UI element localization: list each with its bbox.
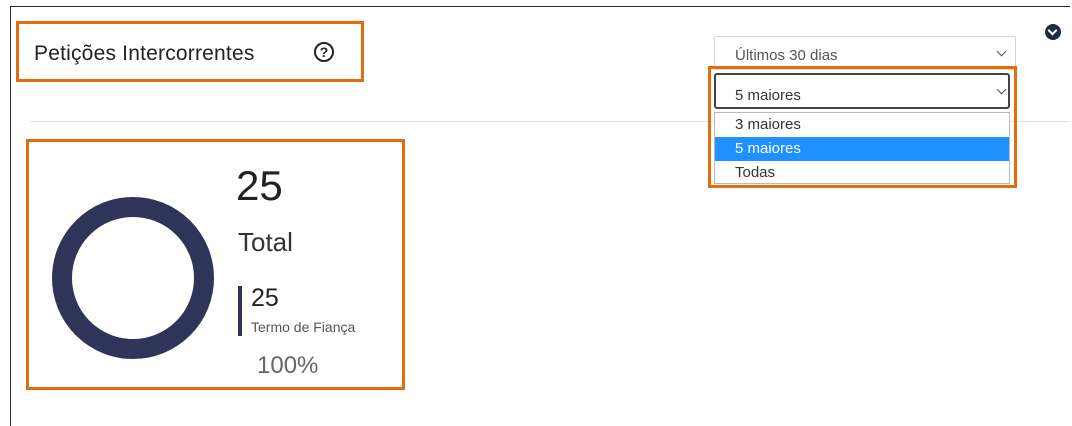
legend-label: Termo de Fiança [251, 319, 356, 335]
legend-value: 25 [251, 284, 279, 312]
total-label: Total [238, 227, 293, 257]
chevron-down-circle-icon[interactable] [1045, 24, 1061, 40]
widget-title: Petições Intercorrentes [34, 42, 255, 65]
total-value: 25 [236, 162, 283, 209]
donut-chart [52, 197, 214, 359]
legend-percent: 100% [257, 352, 319, 379]
help-icon[interactable]: ? [314, 42, 334, 62]
period-select-value: Últimos 30 dias [735, 47, 838, 64]
option-todas[interactable]: Todas [715, 161, 1009, 185]
option-5-maiores[interactable]: 5 maiores [715, 137, 1009, 161]
count-select[interactable]: 5 maiores [714, 73, 1010, 109]
count-option-list: 3 maiores 5 maiores Todas [714, 112, 1010, 184]
chevron-down-icon [996, 84, 1007, 95]
donut-slice-termo-de-fianca [52, 197, 214, 359]
chevron-down-icon [996, 46, 1007, 57]
option-3-maiores[interactable]: 3 maiores [715, 113, 1009, 137]
count-select-value: 5 maiores [735, 87, 801, 104]
legend-color-bar [238, 286, 242, 336]
period-select[interactable]: Últimos 30 dias [714, 36, 1016, 70]
